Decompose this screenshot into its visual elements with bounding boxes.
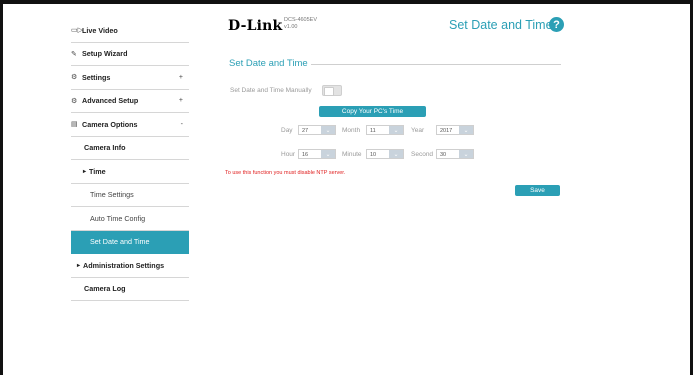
sidebar-item-label: Time Settings — [90, 190, 134, 200]
gear-icon: ⚙ — [71, 74, 78, 82]
sidebar-item-settings[interactable]: ⚙ Settings + — [71, 66, 189, 90]
sidebar-item-camera-options[interactable]: ▤ Camera Options - — [71, 113, 189, 137]
advanced-gear-icon: ⚙ — [71, 97, 78, 105]
caret-icon: ▸ — [83, 168, 87, 175]
hour-label: Hour — [281, 151, 296, 158]
sidebar-item-label: Live Video — [82, 25, 118, 35]
expand-icon[interactable]: + — [179, 97, 183, 104]
sidebar-item-set-date-and-time[interactable]: Set Date and Time — [71, 230, 189, 254]
sidebar-item-label: Camera Options — [82, 119, 138, 129]
sidebar-item-label: Camera Log — [84, 284, 126, 294]
save-button[interactable]: Save — [515, 185, 560, 196]
toggle-knob — [324, 87, 334, 96]
ntp-warning: To use this function you must disable NT… — [225, 170, 346, 176]
second-select[interactable]: 30 ⌄ — [436, 149, 474, 159]
sidebar-item-label: Advanced Setup — [82, 96, 139, 106]
camera-options-icon: ▤ — [71, 121, 78, 129]
day-value: 27 — [302, 127, 309, 134]
second-label: Second — [411, 151, 434, 158]
day-label: Day — [281, 127, 293, 134]
chevron-down-icon: ⌄ — [321, 126, 335, 134]
sidebar-item-label: Setup Wizard — [82, 49, 128, 59]
sidebar-item-camera-log[interactable]: Camera Log — [71, 278, 189, 301]
day-select[interactable]: 27 ⌄ — [298, 125, 336, 135]
expand-icon[interactable]: + — [179, 74, 183, 81]
year-label: Year — [411, 127, 425, 134]
chevron-down-icon: ⌄ — [389, 126, 403, 134]
sidebar: ▭▷ Live Video ✎ Setup Wizard ⚙ Settings … — [71, 19, 189, 301]
video-icon: ▭▷ — [71, 27, 83, 35]
page-title: Set Date and Time — [449, 18, 553, 32]
minute-value: 10 — [370, 151, 377, 158]
section-title: Set Date and Time — [229, 58, 308, 69]
second-value: 30 — [440, 151, 447, 158]
month-select[interactable]: 11 ⌄ — [366, 125, 404, 135]
sidebar-item-label: Settings — [82, 72, 111, 82]
month-value: 11 — [370, 127, 376, 134]
sidebar-item-camera-info[interactable]: Camera Info — [71, 137, 189, 160]
chevron-down-icon: ⌄ — [389, 150, 403, 158]
sidebar-item-label: Set Date and Time — [90, 237, 150, 247]
sidebar-item-label: Auto Time Config — [90, 213, 146, 223]
collapse-icon[interactable]: - — [181, 121, 183, 128]
dlink-logo: D-Link — [228, 18, 283, 34]
sidebar-item-administration-settings[interactable]: ▸ Administration Settings — [71, 254, 189, 278]
wand-icon: ✎ — [71, 50, 77, 58]
sidebar-item-advanced-setup[interactable]: ⚙ Advanced Setup + — [71, 90, 189, 113]
section-divider — [311, 64, 561, 65]
sidebar-item-setup-wizard[interactable]: ✎ Setup Wizard — [71, 43, 189, 66]
caret-icon: ▸ — [77, 262, 81, 269]
sidebar-item-label: Administration Settings — [83, 260, 165, 270]
sidebar-item-time[interactable]: ▸ Time — [71, 160, 189, 184]
sidebar-item-label: Camera Info — [84, 143, 126, 153]
year-value: 2017 — [440, 127, 453, 134]
help-icon[interactable]: ? — [549, 17, 564, 32]
sidebar-item-live-video[interactable]: ▭▷ Live Video — [71, 19, 189, 43]
model-info: DCS-4605EV v1.00 — [284, 17, 317, 31]
hour-select[interactable]: 16 ⌄ — [298, 149, 336, 159]
firmware-version: v1.00 — [284, 24, 298, 30]
minute-select[interactable]: 10 ⌄ — [366, 149, 404, 159]
hour-value: 16 — [302, 151, 309, 158]
manual-time-toggle[interactable] — [322, 85, 342, 96]
chevron-down-icon: ⌄ — [459, 150, 473, 158]
minute-label: Minute — [342, 151, 362, 158]
month-label: Month — [342, 127, 361, 134]
year-select[interactable]: 2017 ⌄ — [436, 125, 474, 135]
sidebar-item-auto-time-config[interactable]: Auto Time Config — [71, 207, 189, 231]
sidebar-item-label: Time — [89, 166, 106, 176]
sidebar-item-time-settings[interactable]: Time Settings — [71, 184, 189, 207]
manual-time-label: Set Date and Time Manually — [230, 87, 312, 94]
model-name: DCS-4605EV — [284, 17, 318, 23]
chevron-down-icon: ⌄ — [321, 150, 335, 158]
copy-pc-time-button[interactable]: Copy Your PC's Time — [319, 106, 426, 117]
chevron-down-icon: ⌄ — [459, 126, 473, 134]
